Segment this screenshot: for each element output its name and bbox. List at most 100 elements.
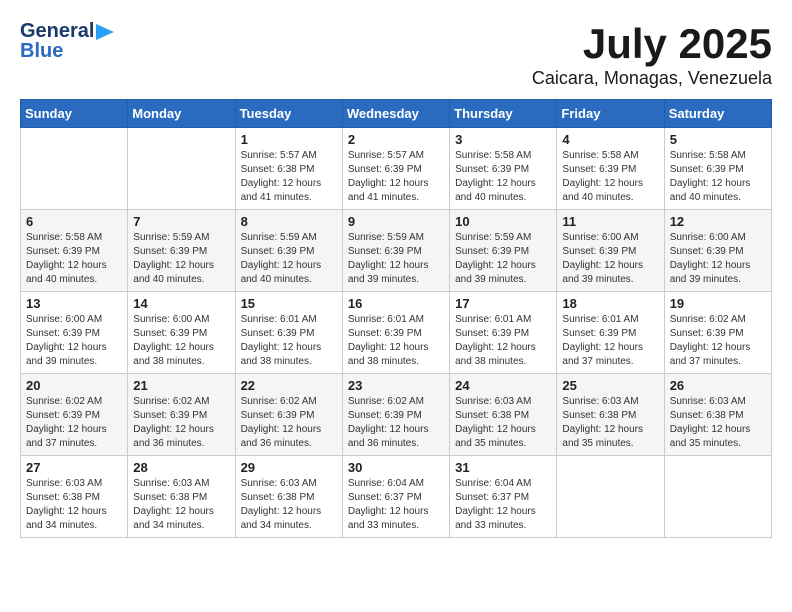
day-number: 18 [562,296,658,311]
day-info: Sunrise: 6:03 AM Sunset: 6:38 PM Dayligh… [670,395,766,451]
calendar-day-cell [128,128,235,210]
day-info: Sunrise: 6:00 AM Sunset: 6:39 PM Dayligh… [133,313,229,369]
day-number: 3 [455,132,551,147]
day-info: Sunrise: 6:02 AM Sunset: 6:39 PM Dayligh… [133,395,229,451]
day-number: 22 [241,378,337,393]
day-info: Sunrise: 6:00 AM Sunset: 6:39 PM Dayligh… [26,313,122,369]
day-info: Sunrise: 6:03 AM Sunset: 6:38 PM Dayligh… [562,395,658,451]
day-info: Sunrise: 5:58 AM Sunset: 6:39 PM Dayligh… [562,149,658,205]
day-number: 8 [241,214,337,229]
calendar-day-cell: 15Sunrise: 6:01 AM Sunset: 6:39 PM Dayli… [235,292,342,374]
calendar-day-cell: 21 Sunrise: 6:02 AM Sunset: 6:39 PM Dayli… [128,374,235,456]
day-number: 20 [26,378,122,393]
calendar-day-cell: 7 Sunrise: 5:59 AM Sunset: 6:39 PM Daylig… [128,210,235,292]
weekday-header-thursday: Thursday [450,100,557,128]
day-number: 16 [348,296,444,311]
calendar-week-row: 27 Sunrise: 6:03 AM Sunset: 6:38 PM Dayli… [21,456,772,538]
calendar-day-cell: 3 Sunrise: 5:58 AM Sunset: 6:39 PM Daylig… [450,128,557,210]
day-info: Sunrise: 6:03 AM Sunset: 6:38 PM Dayligh… [133,477,229,533]
day-number: 10 [455,214,551,229]
day-info: Sunrise: 5:58 AM Sunset: 6:39 PM Dayligh… [26,231,122,287]
calendar-day-cell: 22 Sunrise: 6:02 AM Sunset: 6:39 PM Dayli… [235,374,342,456]
day-info: Sunrise: 5:59 AM Sunset: 6:39 PM Dayligh… [348,231,444,287]
weekday-header-wednesday: Wednesday [342,100,449,128]
day-number: 1 [241,132,337,147]
calendar-day-cell: 27Sunrise: 6:03 AM Sunset: 6:38 PM Dayli… [21,456,128,538]
weekday-header-friday: Friday [557,100,664,128]
day-info: Sunrise: 5:59 AM Sunset: 6:39 PM Dayligh… [133,231,229,287]
day-info: Sunrise: 6:02 AM Sunset: 6:39 PM Dayligh… [241,395,337,451]
calendar-day-cell: 18 Sunrise: 6:01 AM Sunset: 6:39 PM Dayli… [557,292,664,374]
day-info: Sunrise: 6:01 AM Sunset: 6:39 PM Dayligh… [562,313,658,369]
day-info: Sunrise: 6:01 AM Sunset: 6:39 PM Dayligh… [455,313,551,369]
day-number: 26 [670,378,766,393]
logo-text-blue: Blue [20,40,63,63]
calendar-day-cell: 25 Sunrise: 6:03 AM Sunset: 6:38 PM Dayli… [557,374,664,456]
day-number: 25 [562,378,658,393]
calendar-day-cell: 23Sunrise: 6:02 AM Sunset: 6:39 PM Dayli… [342,374,449,456]
day-number: 5 [670,132,766,147]
day-number: 14 [133,296,229,311]
calendar-day-cell: 31Sunrise: 6:04 AM Sunset: 6:37 PM Dayli… [450,456,557,538]
calendar-week-row: 6Sunrise: 5:58 AM Sunset: 6:39 PM Daylig… [21,210,772,292]
day-number: 7 [133,214,229,229]
calendar-day-cell: 24 Sunrise: 6:03 AM Sunset: 6:38 PM Dayli… [450,374,557,456]
calendar-day-cell: 17Sunrise: 6:01 AM Sunset: 6:39 PM Dayli… [450,292,557,374]
day-number: 31 [455,460,551,475]
calendar-day-cell: 4 Sunrise: 5:58 AM Sunset: 6:39 PM Daylig… [557,128,664,210]
day-number: 11 [562,214,658,229]
calendar-day-cell [664,456,771,538]
calendar-week-row: 1Sunrise: 5:57 AM Sunset: 6:38 PM Daylig… [21,128,772,210]
weekday-header-saturday: Saturday [664,100,771,128]
calendar-day-cell: 5 Sunrise: 5:58 AM Sunset: 6:39 PM Daylig… [664,128,771,210]
day-number: 19 [670,296,766,311]
day-number: 2 [348,132,444,147]
calendar-day-cell: 1Sunrise: 5:57 AM Sunset: 6:38 PM Daylig… [235,128,342,210]
day-number: 4 [562,132,658,147]
day-number: 30 [348,460,444,475]
day-info: Sunrise: 6:02 AM Sunset: 6:39 PM Dayligh… [26,395,122,451]
calendar-week-row: 20 Sunrise: 6:02 AM Sunset: 6:39 PM Dayli… [21,374,772,456]
calendar-day-cell: 10Sunrise: 5:59 AM Sunset: 6:39 PM Dayli… [450,210,557,292]
day-info: Sunrise: 6:02 AM Sunset: 6:39 PM Dayligh… [670,313,766,369]
day-info: Sunrise: 6:02 AM Sunset: 6:39 PM Dayligh… [348,395,444,451]
day-info: Sunrise: 5:59 AM Sunset: 6:39 PM Dayligh… [241,231,337,287]
month-title: July 2025 [532,20,772,68]
day-number: 13 [26,296,122,311]
calendar-table: SundayMondayTuesdayWednesdayThursdayFrid… [20,99,772,538]
calendar-day-cell: 6Sunrise: 5:58 AM Sunset: 6:39 PM Daylig… [21,210,128,292]
calendar-day-cell: 2 Sunrise: 5:57 AM Sunset: 6:39 PM Daylig… [342,128,449,210]
calendar-day-cell: 26 Sunrise: 6:03 AM Sunset: 6:38 PM Dayli… [664,374,771,456]
calendar-day-cell: 20 Sunrise: 6:02 AM Sunset: 6:39 PM Dayli… [21,374,128,456]
day-number: 29 [241,460,337,475]
day-number: 21 [133,378,229,393]
weekday-header-tuesday: Tuesday [235,100,342,128]
day-number: 27 [26,460,122,475]
day-number: 9 [348,214,444,229]
logo-arrow-icon [96,24,114,40]
day-info: Sunrise: 6:03 AM Sunset: 6:38 PM Dayligh… [455,395,551,451]
day-number: 12 [670,214,766,229]
page-header: General Blue July 2025 Caicara, Monagas,… [20,20,772,89]
day-number: 24 [455,378,551,393]
calendar-day-cell: 30Sunrise: 6:04 AM Sunset: 6:37 PM Dayli… [342,456,449,538]
calendar-day-cell [557,456,664,538]
calendar-day-cell: 14 Sunrise: 6:00 AM Sunset: 6:39 PM Dayli… [128,292,235,374]
day-info: Sunrise: 6:03 AM Sunset: 6:38 PM Dayligh… [241,477,337,533]
calendar-day-cell: 9 Sunrise: 5:59 AM Sunset: 6:39 PM Daylig… [342,210,449,292]
calendar-day-cell: 11Sunrise: 6:00 AM Sunset: 6:39 PM Dayli… [557,210,664,292]
title-block: July 2025 Caicara, Monagas, Venezuela [532,20,772,89]
calendar-day-cell [21,128,128,210]
day-info: Sunrise: 5:58 AM Sunset: 6:39 PM Dayligh… [670,149,766,205]
calendar-day-cell: 12 Sunrise: 6:00 AM Sunset: 6:39 PM Dayli… [664,210,771,292]
day-info: Sunrise: 6:01 AM Sunset: 6:39 PM Dayligh… [241,313,337,369]
day-info: Sunrise: 5:57 AM Sunset: 6:39 PM Dayligh… [348,149,444,205]
day-info: Sunrise: 5:58 AM Sunset: 6:39 PM Dayligh… [455,149,551,205]
day-info: Sunrise: 6:00 AM Sunset: 6:39 PM Dayligh… [670,231,766,287]
calendar-day-cell: 19 Sunrise: 6:02 AM Sunset: 6:39 PM Dayli… [664,292,771,374]
calendar-day-cell: 29 Sunrise: 6:03 AM Sunset: 6:38 PM Dayli… [235,456,342,538]
weekday-header-row: SundayMondayTuesdayWednesdayThursdayFrid… [21,100,772,128]
calendar-day-cell: 28Sunrise: 6:03 AM Sunset: 6:38 PM Dayli… [128,456,235,538]
weekday-header-monday: Monday [128,100,235,128]
calendar-week-row: 13 Sunrise: 6:00 AM Sunset: 6:39 PM Dayli… [21,292,772,374]
